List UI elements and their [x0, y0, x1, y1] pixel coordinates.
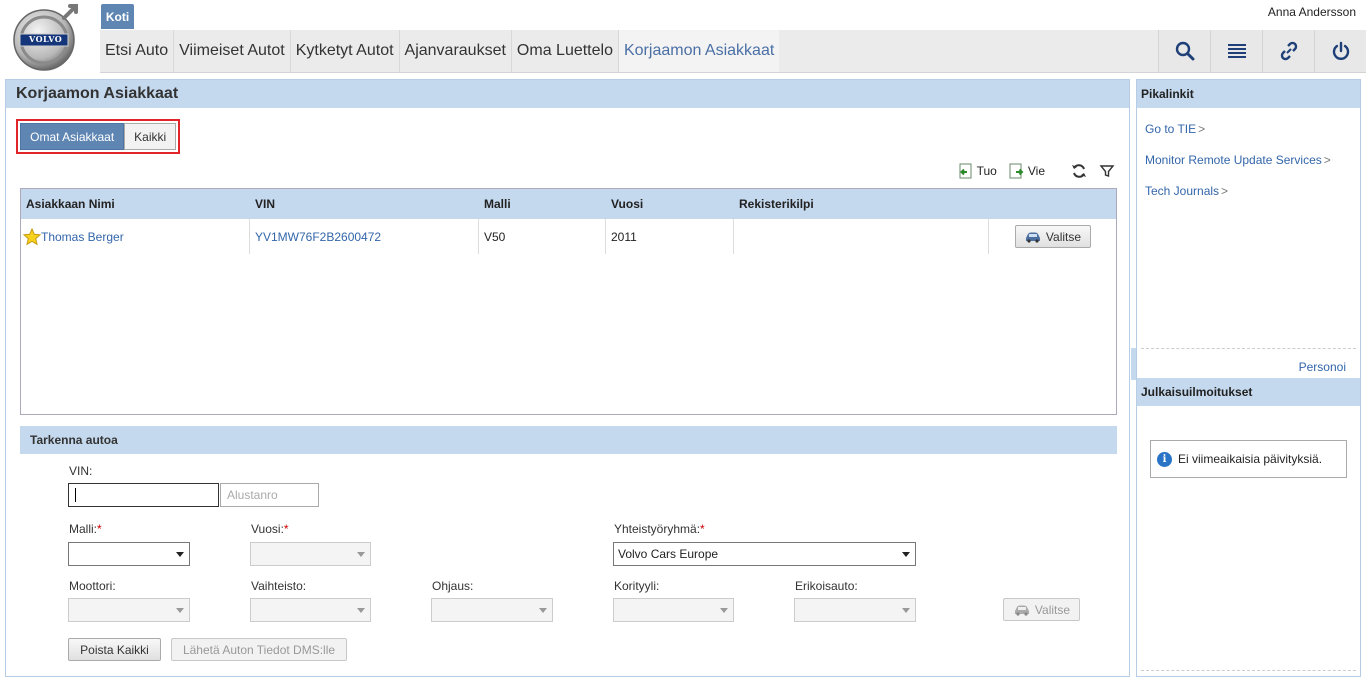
star-icon[interactable]: [23, 227, 41, 246]
page-title: Korjaamon Asiakkaat: [6, 80, 1129, 108]
chassis-number-input[interactable]: Alustanro: [220, 483, 319, 507]
customer-table: Asiakkaan Nimi VIN Malli Vuosi Rekisteri…: [20, 188, 1117, 415]
import-label: Tuo: [976, 164, 997, 178]
tab-home[interactable]: Koti: [101, 4, 134, 29]
chevron-right-icon: >: [1198, 122, 1206, 136]
table-row[interactable]: Thomas Berger YV1MW76F2B2600472 V50 2011…: [21, 219, 1116, 254]
chevron-right-icon: >: [1323, 153, 1331, 167]
link-go-to-tie[interactable]: Go to TIE >: [1145, 122, 1205, 136]
body-style-label: Korityyli:: [614, 579, 660, 593]
cell-model: V50: [479, 219, 606, 254]
refresh-icon[interactable]: [1071, 163, 1087, 179]
link-monitor-remote-update[interactable]: Monitor Remote Update Services >: [1145, 153, 1331, 167]
customer-name-link[interactable]: Thomas Berger: [41, 230, 124, 244]
model-select[interactable]: [68, 542, 190, 566]
nav-own-list[interactable]: Oma Luettelo: [510, 30, 618, 72]
select-button-label: Valitse: [1045, 229, 1082, 244]
car-icon: [1025, 232, 1040, 243]
chevron-right-icon: >: [1221, 184, 1229, 198]
special-car-select: [794, 598, 916, 622]
nav-workshop-customers[interactable]: Korjaamon Asiakkaat: [617, 30, 780, 72]
main-nav: Etsi Auto Viimeiset Autot Kytketyt Autot…: [100, 30, 1366, 73]
export-icon: [1009, 163, 1024, 179]
link-icon[interactable]: [1262, 30, 1314, 72]
cell-plate: [734, 219, 989, 254]
year-required-mark: *: [283, 522, 289, 536]
group-label: Yhteistyöryhmä:*: [614, 522, 705, 536]
divider: [1141, 670, 1356, 671]
column-header-plate[interactable]: Rekisterikilpi: [734, 189, 989, 219]
main-panel: Korjaamon Asiakkaat Omat Asiakkaat Kaikk…: [5, 79, 1130, 677]
personalize-link[interactable]: Personoi: [1299, 360, 1346, 374]
release-notices-title: Julkaisuilmoitukset: [1137, 378, 1360, 406]
year-select: [250, 542, 371, 566]
customer-filter-toggle: Omat Asiakkaat Kaikki: [16, 119, 180, 154]
steering-select: [431, 598, 553, 622]
link-monitor-remote-update-label: Monitor Remote Update Services: [1145, 153, 1322, 167]
column-header-vin[interactable]: VIN: [250, 189, 479, 219]
filter-icon[interactable]: [1099, 163, 1115, 179]
vin-input[interactable]: [68, 483, 219, 507]
link-tech-journals-label: Tech Journals: [1145, 184, 1220, 198]
table-header: Asiakkaan Nimi VIN Malli Vuosi Rekisteri…: [21, 189, 1116, 219]
column-header-name[interactable]: Asiakkaan Nimi: [21, 189, 250, 219]
release-notice-box: i Ei viimeaikaisia päivityksiä.: [1150, 440, 1347, 478]
link-tech-journals[interactable]: Tech Journals >: [1145, 184, 1228, 198]
nav-recent-cars[interactable]: Viimeiset Autot: [173, 30, 290, 72]
vin-label: VIN:: [69, 464, 93, 478]
group-label-text: Yhteistyöryhmä:: [614, 522, 701, 536]
model-label-text: Malli:: [69, 522, 98, 536]
quick-links-title: Pikalinkit: [1137, 80, 1360, 108]
clear-all-button[interactable]: Poista Kaikki: [68, 638, 161, 661]
year-label: Vuosi:*: [251, 522, 289, 536]
cooperation-group-select[interactable]: Volvo Cars Europe: [613, 542, 916, 566]
engine-label: Moottori:: [69, 579, 116, 593]
power-icon[interactable]: [1314, 30, 1366, 72]
select-car-label: Valitse: [1034, 602, 1071, 617]
group-required-mark: *: [700, 522, 705, 536]
divider: [1141, 348, 1356, 349]
volvo-logo[interactable]: VOLVO: [10, 3, 82, 73]
info-icon: i: [1157, 451, 1172, 467]
quick-links-panel: Pikalinkit Go to TIE > Monitor Remote Upd…: [1136, 79, 1361, 677]
release-notice-text: Ei viimeaikaisia päivityksiä.: [1178, 452, 1323, 466]
chassis-placeholder: Alustanro: [227, 488, 278, 502]
nav-connected-cars[interactable]: Kytketyt Autot: [289, 30, 399, 72]
nav-find-car[interactable]: Etsi Auto: [100, 30, 173, 72]
select-car-button: Valitse: [1003, 598, 1080, 621]
list-icon[interactable]: [1210, 30, 1262, 72]
vin-link[interactable]: YV1MW76F2B2600472: [255, 230, 381, 244]
model-required-mark: *: [97, 522, 102, 536]
gearbox-select: [250, 598, 371, 622]
select-customer-button[interactable]: Valitse: [1014, 225, 1091, 248]
volvo-logo-text: VOLVO: [29, 34, 63, 44]
nav-bookings[interactable]: Ajanvaraukset: [398, 30, 511, 72]
column-header-year[interactable]: Vuosi: [606, 189, 734, 219]
import-icon: [959, 163, 972, 179]
model-label: Malli:*: [69, 522, 102, 536]
segment-own-customers[interactable]: Omat Asiakkaat: [20, 123, 125, 150]
table-toolbar: Tuo Vie: [950, 163, 1115, 179]
cell-year: 2011: [606, 219, 734, 254]
export-button[interactable]: Vie: [1009, 163, 1045, 179]
refine-section-title: Tarkenna autoa: [20, 426, 1117, 454]
cooperation-group-value: Volvo Cars Europe: [618, 547, 719, 561]
import-button[interactable]: Tuo: [958, 163, 997, 179]
body-style-select: [613, 598, 734, 622]
gearbox-label: Vaihteisto:: [251, 579, 307, 593]
column-header-model[interactable]: Malli: [479, 189, 606, 219]
search-icon[interactable]: [1158, 30, 1210, 72]
engine-select: [68, 598, 190, 622]
special-car-label: Erikoisauto:: [795, 579, 858, 593]
send-to-dms-button: Lähetä Auton Tiedot DMS:lle: [171, 638, 347, 661]
link-go-to-tie-label: Go to TIE: [1145, 122, 1197, 136]
steering-label: Ohjaus:: [432, 579, 474, 593]
export-label: Vie: [1027, 164, 1045, 178]
segment-all[interactable]: Kaikki: [124, 123, 176, 150]
car-icon: [1014, 605, 1029, 616]
user-name[interactable]: Anna Andersson: [1268, 5, 1356, 19]
year-label-text: Vuosi:: [251, 522, 284, 536]
